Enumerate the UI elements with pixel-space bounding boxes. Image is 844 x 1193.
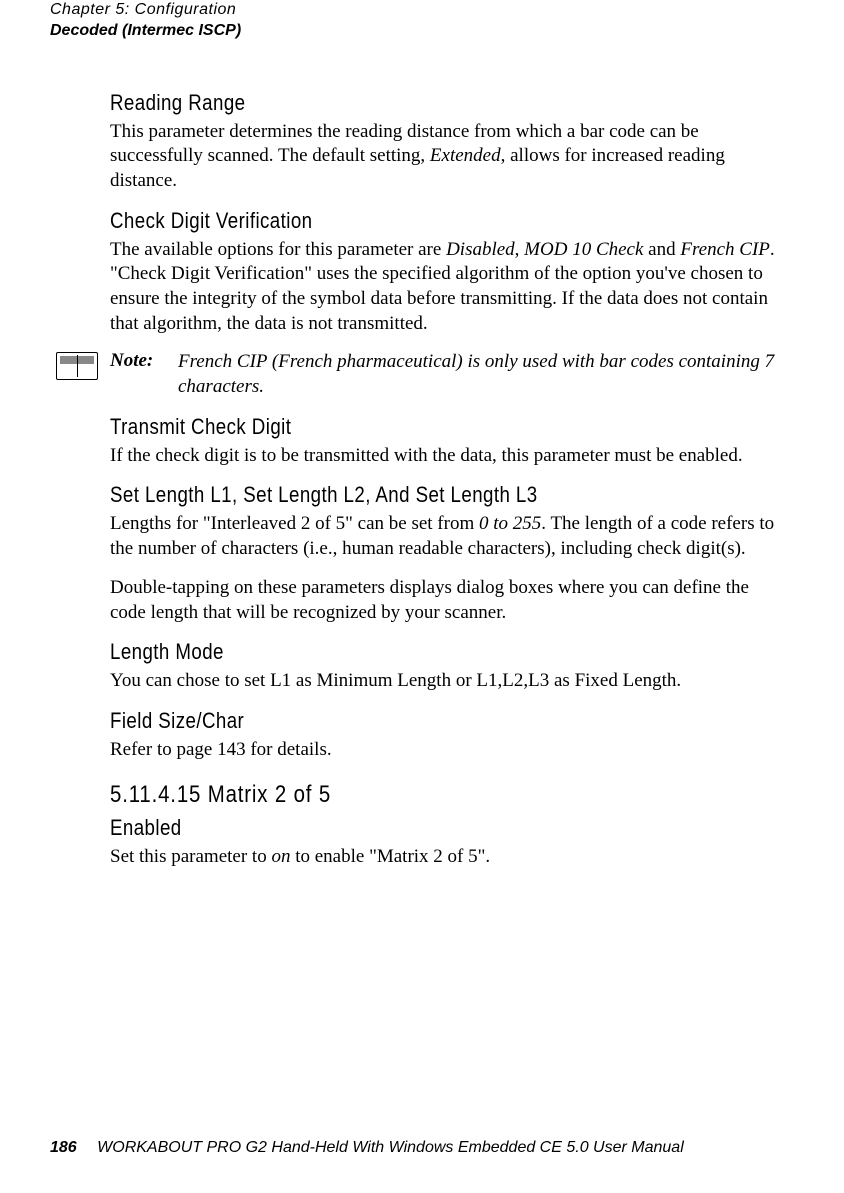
- header-section: Decoded (Intermec ISCP): [50, 21, 794, 42]
- para-reading-range: This parameter determines the reading di…: [110, 120, 789, 194]
- note-body: French CIP (French pharmaceutical) is on…: [178, 350, 787, 399]
- page-footer: 186 WORKABOUT PRO G2 Hand-Held With Wind…: [50, 1139, 684, 1157]
- heading-check-digit: Check Digit Verification: [110, 208, 687, 234]
- book-icon: [56, 352, 98, 380]
- para-check-digit: The available options for this parameter…: [110, 238, 789, 337]
- para-enabled: Set this parameter to on to enable "Matr…: [110, 845, 789, 870]
- para-field-size: Refer to page 143 for details.: [110, 738, 789, 763]
- heading-length-mode: Length Mode: [110, 639, 687, 665]
- para-set-length-2: Double-tapping on these parameters displ…: [110, 576, 789, 625]
- heading-field-size: Field Size/Char: [110, 708, 687, 734]
- note-label: Note:: [110, 350, 174, 372]
- header-chapter: Chapter 5: Configuration: [50, 0, 794, 21]
- page-header: Chapter 5: Configuration Decoded (Interm…: [50, 0, 794, 42]
- page-number: 186: [50, 1139, 77, 1156]
- footer-title: WORKABOUT PRO G2 Hand-Held With Windows …: [97, 1139, 684, 1156]
- para-set-length-1: Lengths for "Interleaved 2 of 5" can be …: [110, 512, 789, 561]
- para-transmit-check-digit: If the check digit is to be transmitted …: [110, 444, 789, 469]
- para-length-mode: You can chose to set L1 as Minimum Lengt…: [110, 669, 789, 694]
- heading-set-length: Set Length L1, Set Length L2, And Set Le…: [110, 482, 687, 508]
- heading-matrix25: 5.11.4.15 Matrix 2 of 5: [110, 781, 687, 809]
- heading-transmit-check-digit: Transmit Check Digit: [110, 414, 687, 440]
- note-block: Note: French CIP (French pharmaceutical)…: [50, 350, 789, 399]
- heading-enabled: Enabled: [110, 815, 687, 841]
- heading-reading-range: Reading Range: [110, 90, 687, 116]
